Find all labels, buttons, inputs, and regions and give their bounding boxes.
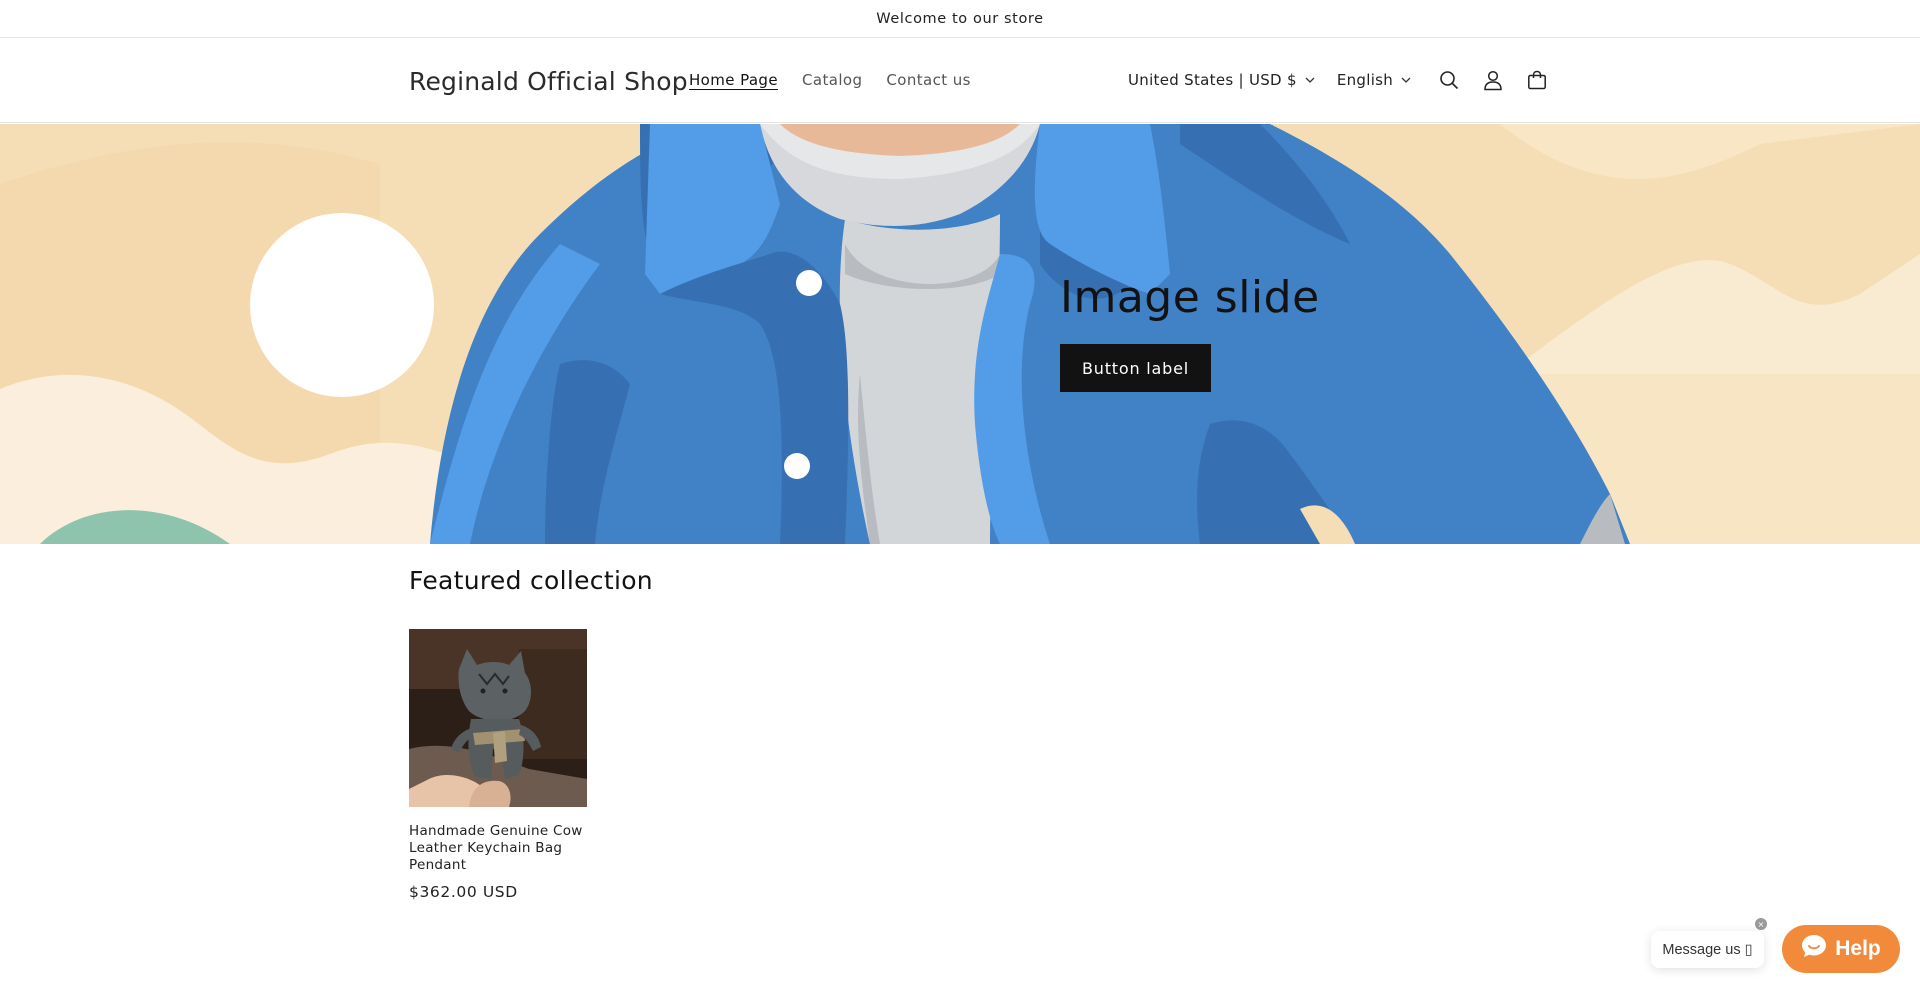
product-name[interactable]: Handmade Genuine Cow Leather Keychain Ba… [409,823,587,874]
featured-collection-title: Featured collection [409,566,653,595]
main-nav: Home Page Catalog Contact us [689,71,995,89]
country-selector[interactable]: United States | USD $ [1128,71,1317,89]
cart-icon[interactable] [1515,58,1559,102]
language-selector[interactable]: English [1337,71,1413,89]
nav-contact[interactable]: Contact us [886,71,970,89]
store-logo[interactable]: Reginald Official Shop [409,67,688,96]
message-us-button[interactable]: Message us ▯ [1651,931,1764,968]
search-icon[interactable] [1427,58,1471,102]
product-image[interactable] [409,629,587,807]
chevron-down-icon [1401,74,1413,86]
hero-content: Image slide Button label [1060,276,1320,392]
chat-close-icon[interactable]: × [1755,918,1767,930]
header-actions: United States | USD $ English [1128,58,1559,102]
hero-slideshow: Image slide Button label [0,124,1920,544]
announcement-text: Welcome to our store [876,10,1044,27]
help-chat-button[interactable]: Help [1782,925,1900,973]
account-icon[interactable] [1471,58,1515,102]
help-label: Help [1835,937,1881,960]
product-card[interactable]: Handmade Genuine Cow Leather Keychain Ba… [409,629,587,901]
language-selector-label: English [1336,71,1394,89]
hero-title: Image slide [1060,272,1320,323]
announcement-bar: Welcome to our store [0,0,1920,38]
chat-bubble-icon [1801,934,1827,964]
featured-collection: Featured collection Handmade Genuine Cow… [409,566,653,901]
hero-illustration [0,124,1920,544]
nav-catalog[interactable]: Catalog [802,71,862,89]
chevron-down-icon [1305,74,1317,86]
nav-home[interactable]: Home Page [689,71,778,89]
country-selector-label: United States | USD $ [1128,71,1297,89]
product-price: $362.00 USD [409,883,518,901]
site-header: Reginald Official Shop Home Page Catalog… [0,38,1920,123]
hero-button[interactable]: Button label [1060,344,1211,392]
